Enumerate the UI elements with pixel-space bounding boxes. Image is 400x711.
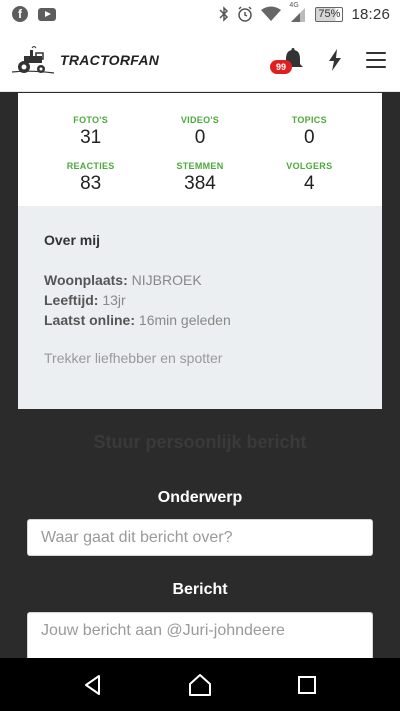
profile-card: FOTO'S 31 VIDEO'S 0 TOPICS 0 REACTIES 83…	[18, 93, 382, 409]
stat-value: 384	[184, 173, 216, 194]
about-title: Over mij	[44, 232, 101, 248]
recents-icon	[297, 675, 316, 694]
signal-icon	[291, 8, 306, 22]
clock: 18:26	[351, 5, 390, 23]
site-header: TRACTORFAN 99	[0, 28, 400, 92]
bluetooth-icon	[219, 6, 229, 22]
logo-text: TRACTORFAN	[60, 51, 160, 68]
age-value: 13jr	[102, 292, 126, 308]
recents-button[interactable]	[287, 665, 327, 705]
back-icon	[85, 674, 101, 695]
activity-button[interactable]	[328, 48, 344, 71]
stat-reactions[interactable]: REACTIES 83	[36, 161, 145, 195]
about-section: Over mij Woonplaats: NIJBROEK Leeftijd: …	[18, 206, 382, 409]
stat-label: VOLGERS	[286, 161, 333, 171]
site-logo[interactable]: TRACTORFAN	[10, 44, 280, 76]
alarm-icon	[238, 6, 253, 22]
notifications-button[interactable]: 99	[270, 47, 306, 74]
stat-label: REACTIES	[66, 161, 115, 171]
stat-label: TOPICS	[291, 115, 327, 125]
battery-icon: 75%	[315, 6, 344, 22]
subject-input[interactable]	[27, 519, 373, 556]
wifi-icon	[261, 6, 282, 21]
subject-label: Onderwerp	[157, 489, 243, 506]
last-online-label: Laatst online:	[44, 312, 136, 328]
message-label: Bericht	[172, 581, 228, 598]
back-button[interactable]	[73, 665, 113, 705]
stat-label: FOTO'S	[73, 115, 109, 125]
stat-videos[interactable]: VIDEO'S 0	[145, 115, 254, 149]
status-bar: f 4G 75% 18:26	[0, 0, 400, 28]
residence-label: Woonplaats:	[44, 272, 128, 288]
lightning-icon	[329, 48, 341, 71]
residence-line: Woonplaats: NIJBROEK	[44, 270, 356, 290]
stat-label: VIDEO'S	[180, 115, 220, 125]
stat-topics[interactable]: TOPICS 0	[255, 115, 364, 149]
tractor-logo-icon	[11, 45, 55, 74]
age-label: Leeftijd:	[44, 292, 99, 308]
message-form-title: Stuur persoonlijk bericht	[93, 432, 307, 452]
age-line: Leeftijd: 13jr	[44, 290, 356, 310]
facebook-icon: f	[12, 6, 28, 22]
last-online-value: 16min geleden	[138, 312, 231, 328]
stat-value: 0	[304, 127, 315, 148]
message-input[interactable]	[27, 612, 373, 662]
home-icon	[188, 673, 211, 696]
home-button[interactable]	[180, 665, 220, 705]
last-online-line: Laatst online: 16min geleden	[44, 310, 356, 330]
menu-icon[interactable]	[366, 51, 386, 68]
stat-followers[interactable]: VOLGERS 4	[255, 161, 364, 195]
stat-value: 83	[80, 173, 102, 194]
battery-level: 75%	[318, 7, 341, 20]
system-nav-bar	[0, 658, 400, 711]
residence-value: NIJBROEK	[131, 272, 202, 288]
stat-photos[interactable]: FOTO'S 31	[36, 115, 145, 149]
bio-text: Trekker liefhebber en spotter	[44, 350, 223, 366]
stat-votes[interactable]: STEMMEN 384	[145, 161, 254, 195]
notification-badge: 99	[270, 59, 293, 74]
stat-label: STEMMEN	[176, 161, 224, 171]
stat-value: 0	[194, 127, 206, 148]
stat-value: 4	[304, 173, 315, 194]
profile-stats: FOTO'S 31 VIDEO'S 0 TOPICS 0 REACTIES 83…	[18, 93, 382, 206]
stat-value: 31	[80, 127, 102, 148]
youtube-icon	[38, 7, 56, 21]
